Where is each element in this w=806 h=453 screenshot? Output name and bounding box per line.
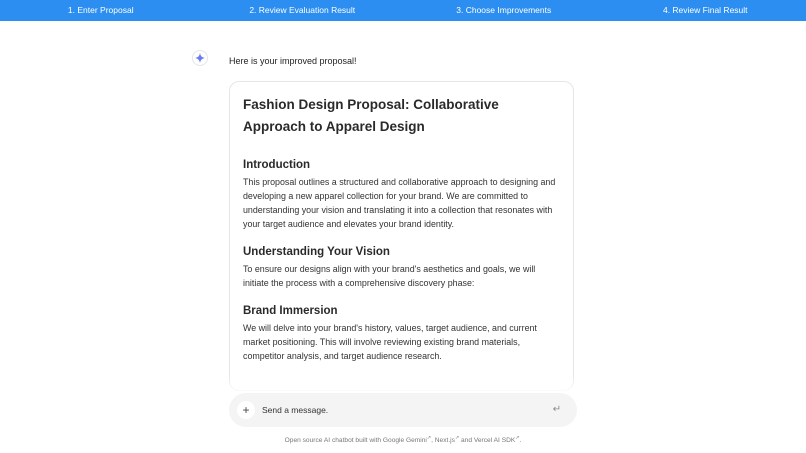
progress-stepper: 1. Enter Proposal 2. Review Evaluation R… bbox=[0, 0, 806, 21]
scroll-fade bbox=[229, 375, 575, 395]
section-body-introduction: This proposal outlines a structured and … bbox=[243, 177, 556, 229]
google-gemini-link[interactable]: Google Gemini↗ bbox=[383, 435, 431, 444]
proposal-card: Fashion Design Proposal: Collaborative A… bbox=[229, 81, 574, 391]
return-icon[interactable]: ↵ bbox=[551, 403, 563, 417]
section-body-brand-immersion: We will delve into your brand's history,… bbox=[243, 323, 537, 361]
plus-icon[interactable]: + bbox=[237, 401, 255, 419]
assistant-intro-text: Here is your improved proposal! bbox=[229, 56, 357, 66]
section-heading-brand-immersion: Brand Immersion bbox=[243, 305, 338, 317]
footer-and: and bbox=[461, 437, 473, 445]
proposal-title: Fashion Design Proposal: Collaborative A… bbox=[243, 97, 499, 134]
step-choose-improvements[interactable]: 3. Choose Improvements bbox=[403, 0, 605, 21]
footer-prefix: Open source AI chatbot built with bbox=[284, 437, 382, 445]
external-link-icon: ↗ bbox=[454, 435, 460, 441]
step-review-evaluation[interactable]: 2. Review Evaluation Result bbox=[202, 0, 404, 21]
nextjs-link[interactable]: Next.js↗ bbox=[435, 435, 460, 444]
vercel-ai-sdk-link[interactable]: Vercel AI SDK↗ bbox=[474, 435, 520, 444]
section-heading-vision: Understanding Your Vision bbox=[243, 246, 390, 258]
step-review-final[interactable]: 4. Review Final Result bbox=[605, 0, 806, 21]
assistant-avatar bbox=[192, 50, 208, 66]
footer-attribution: Open source AI chatbot built with Google… bbox=[0, 435, 806, 444]
footer-suffix: . bbox=[519, 437, 522, 445]
step-enter-proposal[interactable]: 1. Enter Proposal bbox=[0, 0, 202, 21]
message-input[interactable] bbox=[262, 402, 542, 418]
section-heading-introduction: Introduction bbox=[243, 159, 311, 171]
sparkle-icon bbox=[195, 53, 205, 63]
footer-separator: , bbox=[431, 437, 433, 445]
section-body-vision: To ensure our designs align with your br… bbox=[243, 264, 536, 288]
message-composer: + ↵ bbox=[229, 393, 577, 427]
